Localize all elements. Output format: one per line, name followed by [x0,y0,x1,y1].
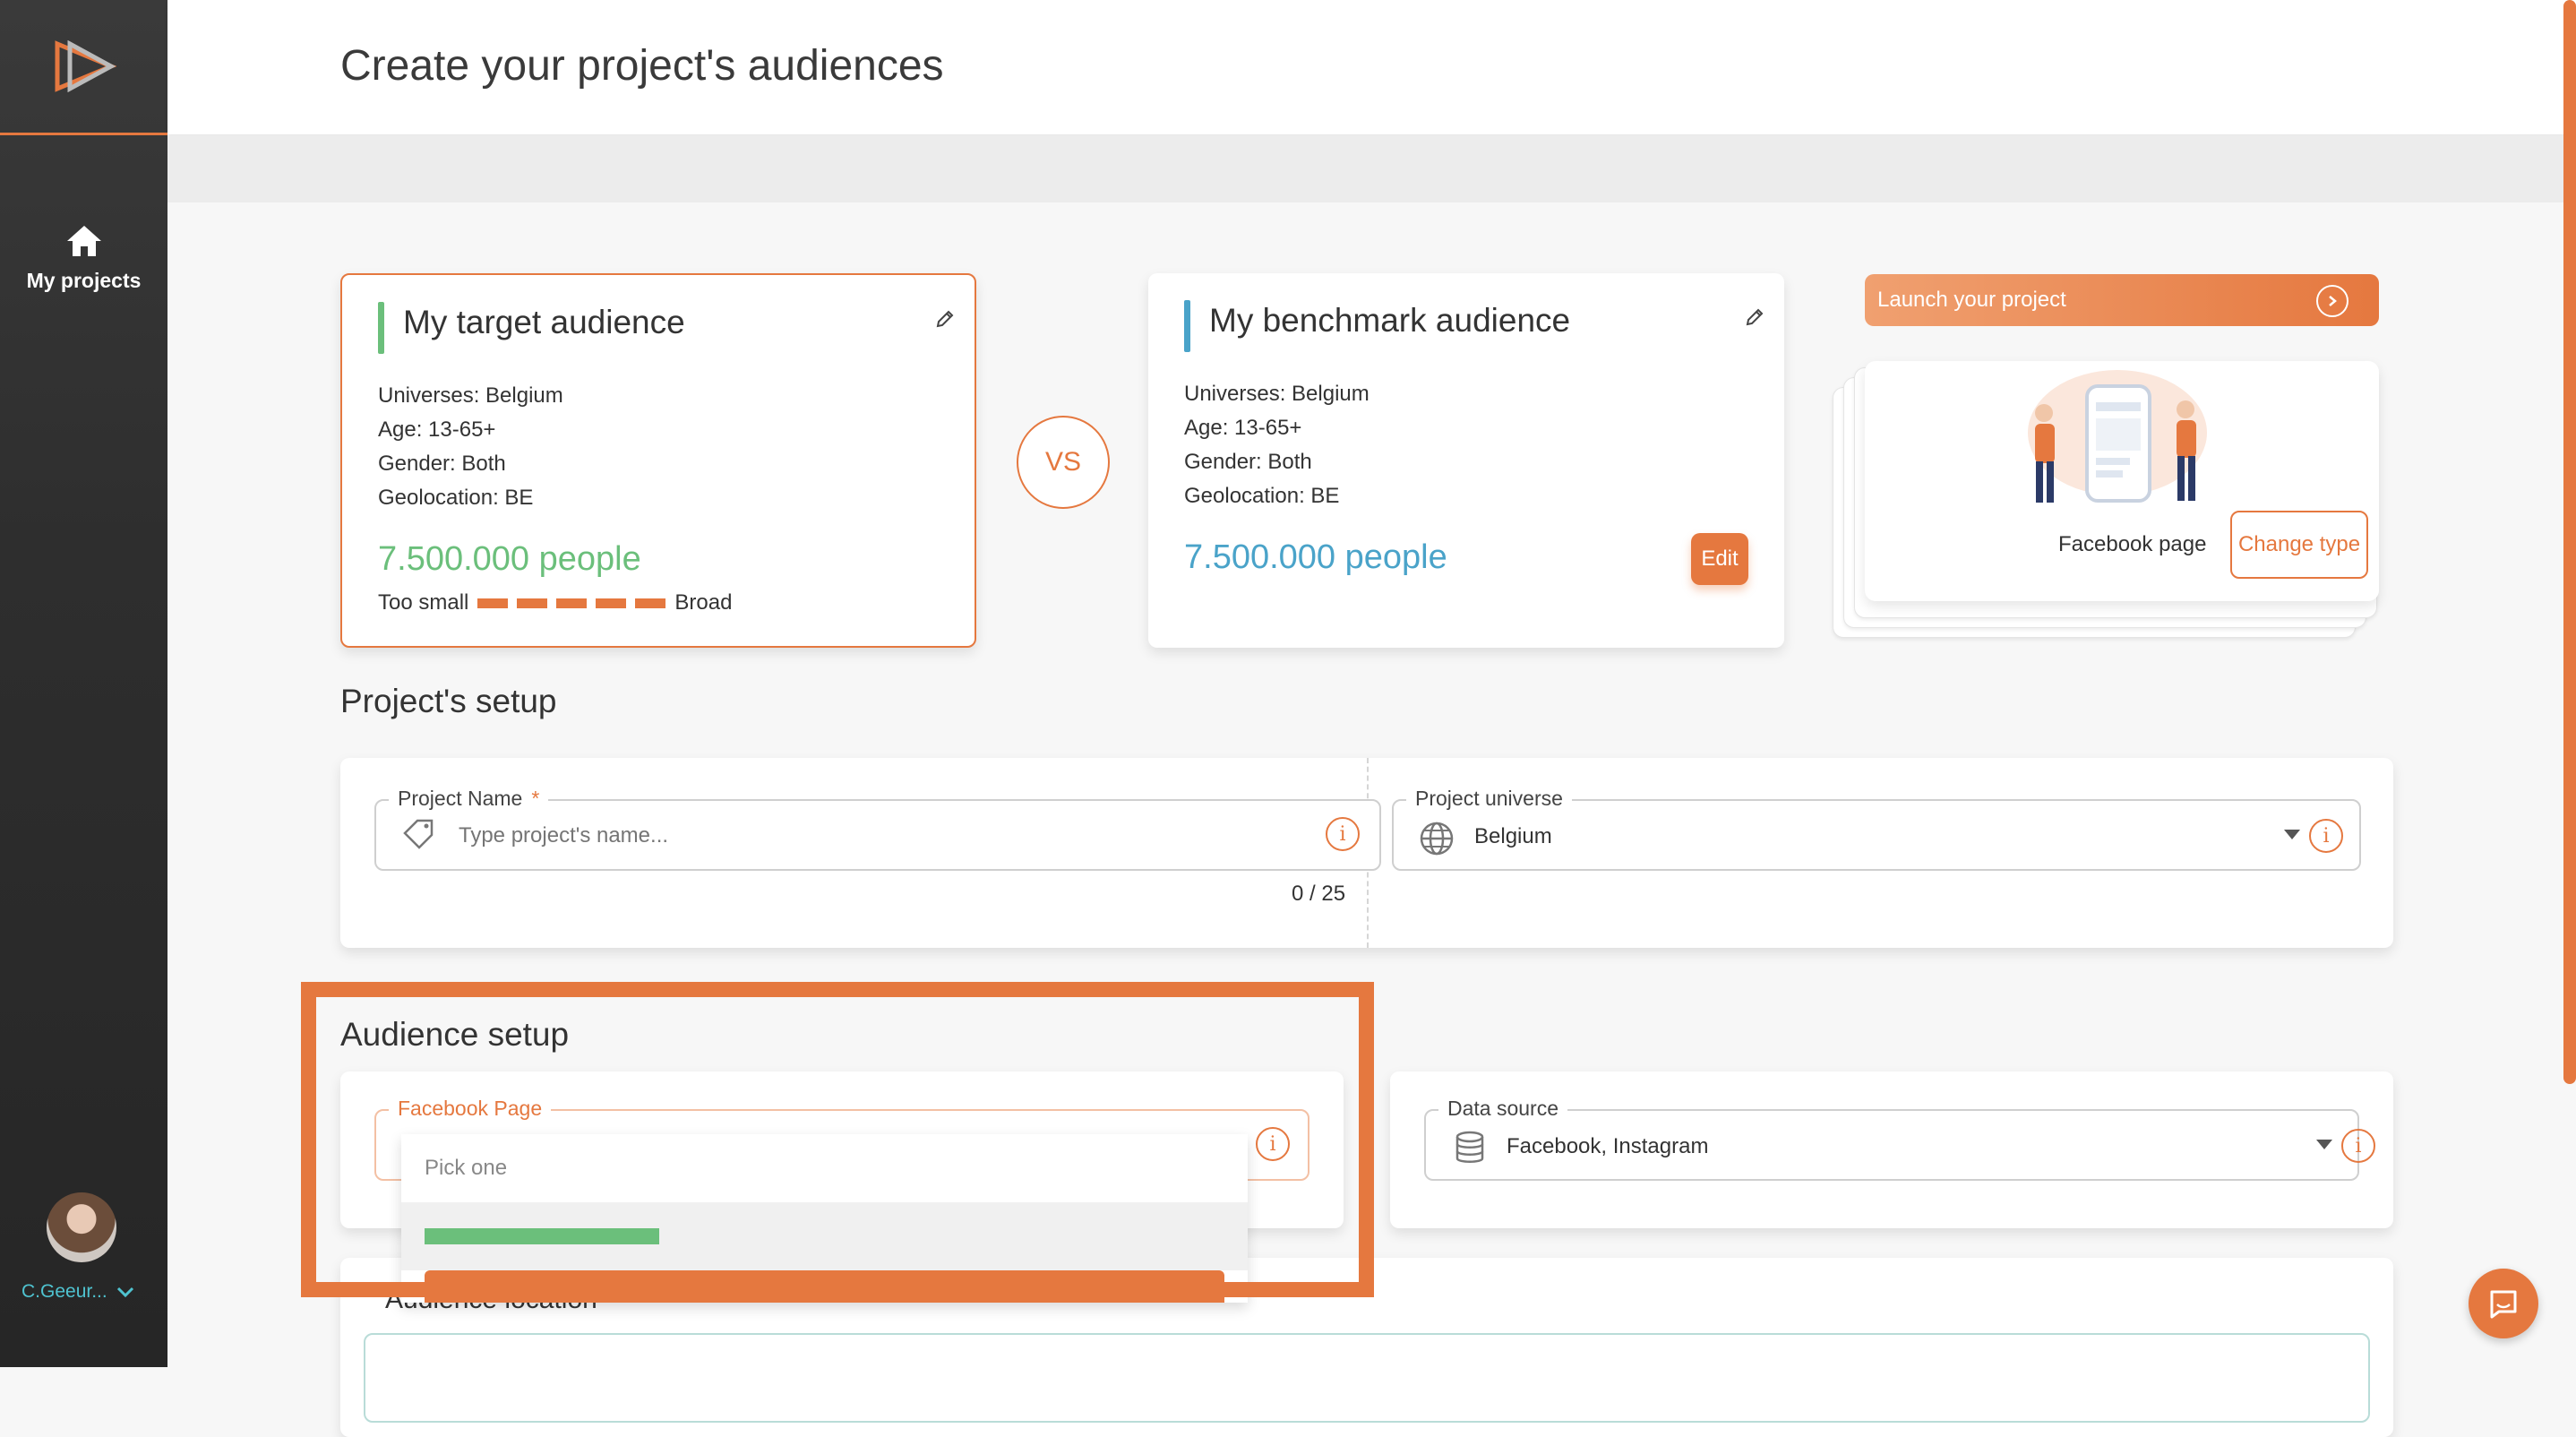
project-setup-card: Project Name* i 0 / 25 Project universe … [340,758,2393,948]
meter-segment [635,598,666,608]
target-audience-card: My target audience Universes: Belgium Ag… [340,273,976,648]
data-source-legend: Data source [1438,1097,1568,1121]
benchmark-gender: Gender: Both [1184,450,1312,474]
info-icon[interactable]: i [1326,817,1360,851]
audience-location-field[interactable] [364,1333,2370,1423]
target-people-count: 7.500.000 people [378,540,641,578]
facebook-page-illustration [2028,370,2207,503]
target-audience-title: My target audience [378,302,685,354]
data-source-select[interactable]: Data source Facebook, Instagram i [1424,1097,2375,1181]
target-geolocation: Geolocation: BE [378,486,534,510]
chevron-down-icon [116,1286,133,1298]
page-scrollbar[interactable] [2563,0,2576,1084]
target-age: Age: 13-65+ [378,417,496,442]
benchmark-people-count: 7.500.000 people [1184,538,1447,576]
caret-down-icon [2316,1140,2332,1149]
benchmark-audience-card: My benchmark audience Universes: Belgium… [1148,273,1784,648]
project-universe-value: Belgium [1474,824,1552,848]
meter-segment [596,598,627,608]
target-universes: Universes: Belgium [378,383,563,408]
caret-down-icon [2284,830,2300,839]
chevron-right-icon [2316,285,2348,317]
benchmark-audience-title: My benchmark audience [1184,300,1570,352]
benchmark-geolocation: Geolocation: BE [1184,484,1340,508]
launch-project-label: Launch your project [1877,288,2066,312]
benchmark-age: Age: 13-65+ [1184,416,1302,440]
project-type-label: Facebook page [2058,532,2207,556]
home-icon [66,226,101,256]
highlight-frame [301,982,1374,1297]
page-title: Create your project's audiences [340,42,944,90]
avatar[interactable] [47,1192,116,1262]
project-universe-legend: Project universe [1406,787,1572,811]
benchmark-accent-bar [1184,300,1190,352]
tag-icon [403,819,434,849]
change-type-button[interactable]: Change type [2230,511,2368,579]
benchmark-audience-details: Universes: Belgium Age: 13-65+ Gender: B… [1184,377,1370,513]
nav-my-projects-label: My projects [26,269,142,292]
sidebar: My projects C.Geeur... [0,0,167,1367]
info-icon[interactable]: i [2341,1129,2375,1163]
logo[interactable] [0,0,167,135]
edit-benchmark-button[interactable]: Edit [1691,533,1748,585]
sub-bar [167,136,2576,202]
target-accent-bar [378,302,384,354]
database-icon [1455,1131,1484,1163]
edit-pencil-icon[interactable] [935,309,955,329]
meter-segment [517,598,548,608]
project-name-counter: 0 / 25 [1292,882,1346,906]
edit-pencil-icon[interactable] [1745,307,1765,327]
project-universe-select[interactable]: Project universe Belgium i [1392,787,2361,871]
meter-low-label: Too small [378,590,469,615]
benchmark-universes: Universes: Belgium [1184,382,1370,406]
target-gender: Gender: Both [378,452,506,476]
required-mark: * [531,787,540,810]
vs-badge: VS [1017,416,1110,509]
launch-project-button[interactable]: Launch your project [1865,274,2379,326]
target-audience-details: Universes: Belgium Age: 13-65+ Gender: B… [378,379,563,515]
project-name-legend: Project Name * [389,787,549,811]
user-menu[interactable]: C.Geeur... [21,1281,134,1303]
info-icon[interactable]: i [2309,819,2343,853]
nav-my-projects[interactable]: My projects [0,224,167,293]
logo-play-icon [55,40,116,92]
meter-segment [556,598,588,608]
project-name-input[interactable] [457,819,1267,853]
chat-icon [2490,1290,2517,1319]
chat-button[interactable] [2469,1269,2538,1338]
user-name: C.Geeur... [21,1281,107,1302]
project-name-field[interactable]: Project Name* i [374,787,1381,871]
meter-segment [477,598,509,608]
project-setup-title: Project's setup [340,683,557,719]
data-source-card: Data source Facebook, Instagram i [1390,1071,2393,1228]
data-source-value: Facebook, Instagram [1507,1134,1709,1158]
top-bar: Create your project's audiences [167,0,2576,134]
meter-high-label: Broad [674,590,733,615]
globe-icon [1420,822,1454,856]
project-type-card: Facebook page Change type [1865,361,2379,601]
audience-size-meter: Too small Broad [378,590,732,615]
